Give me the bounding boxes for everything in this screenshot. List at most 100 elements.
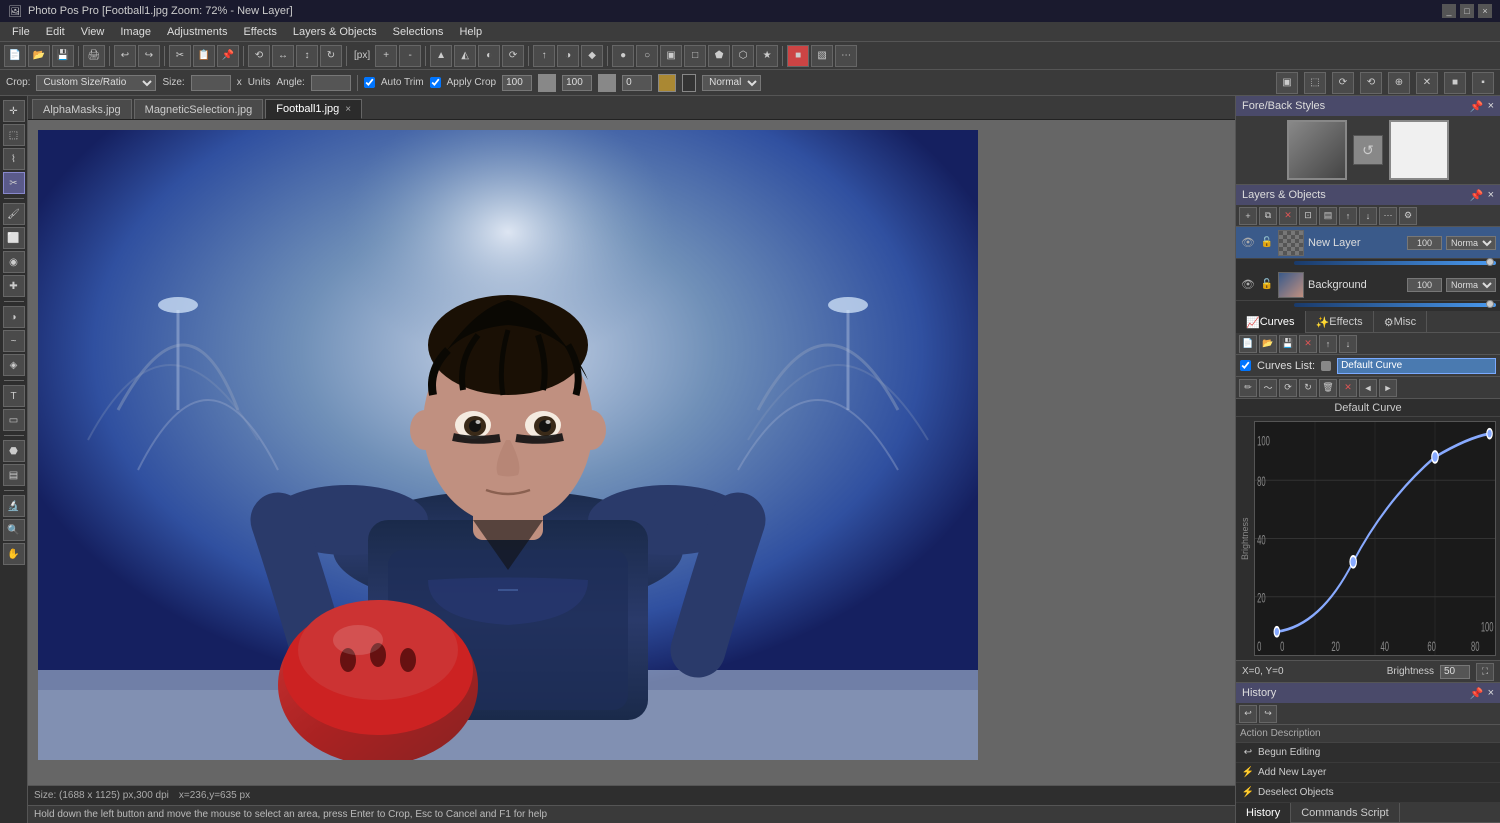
layer-eye-bg[interactable]: 👁 <box>1240 277 1256 293</box>
history-item-add-layer[interactable]: ⚡ Add New Layer <box>1236 763 1500 783</box>
val1-input[interactable] <box>502 75 532 91</box>
layer-blend-new[interactable]: Norma <box>1446 236 1496 250</box>
history-item-begun[interactable]: ↩ Begun Editing <box>1236 743 1500 763</box>
tab-misc[interactable]: ⚙ Misc <box>1374 311 1427 333</box>
open-button[interactable]: 📂 <box>28 45 50 67</box>
history-title-bar[interactable]: History 📌 × <box>1236 683 1500 703</box>
menu-layers-objects[interactable]: Layers & Objects <box>285 22 385 42</box>
curve-ctrl-wave[interactable]: 〜 <box>1259 379 1277 397</box>
half-circle-btn[interactable]: ◑ <box>557 45 579 67</box>
tool-extra-6[interactable]: ✕ <box>1416 72 1438 94</box>
tab-football1[interactable]: Football1.jpg × <box>265 99 362 119</box>
layer-more-btn[interactable]: ⋯ <box>1379 207 1397 225</box>
curve-ctrl-refresh-1[interactable]: ⟳ <box>1279 379 1297 397</box>
back-swatch[interactable] <box>1389 120 1449 180</box>
size-input[interactable] <box>191 75 231 91</box>
refresh-btn[interactable]: ⟳ <box>502 45 524 67</box>
tool-select-rect[interactable]: ⬚ <box>3 124 25 146</box>
tool-dodge-burn[interactable]: ◑ <box>3 306 25 328</box>
flatten-btn[interactable]: ▤ <box>1319 207 1337 225</box>
layer-eye-new[interactable]: 👁 <box>1240 235 1256 251</box>
blend-mode-select[interactable]: Normal <box>702 75 761 91</box>
shapes-b-btn[interactable]: ○ <box>636 45 658 67</box>
menu-adjustments[interactable]: Adjustments <box>159 22 236 42</box>
menu-edit[interactable]: Edit <box>38 22 73 42</box>
curve-ctrl-refresh-2[interactable]: ↻ <box>1299 379 1317 397</box>
shapes-d-btn[interactable]: □ <box>684 45 706 67</box>
menu-view[interactable]: View <box>73 22 113 42</box>
curves-down-btn[interactable]: ↓ <box>1339 335 1357 353</box>
tool-hand[interactable]: ✋ <box>3 543 25 565</box>
more-btn[interactable]: ⋯ <box>835 45 857 67</box>
curve-ctrl-right[interactable]: ► <box>1379 379 1397 397</box>
layer-opacity-bg[interactable] <box>1407 278 1442 292</box>
history-close[interactable]: × <box>1488 687 1494 700</box>
menu-file[interactable]: File <box>4 22 38 42</box>
swatch-reset-icon[interactable]: ↺ <box>1353 135 1383 165</box>
color-btn-1[interactable]: ■ <box>787 45 809 67</box>
tool-zoom[interactable]: 🔍 <box>3 519 25 541</box>
default-curve-input[interactable] <box>1337 358 1496 374</box>
tool-shape[interactable]: ▭ <box>3 409 25 431</box>
tool-heal[interactable]: ✚ <box>3 275 25 297</box>
menu-selections[interactable]: Selections <box>385 22 452 42</box>
undo-button[interactable]: ↩ <box>114 45 136 67</box>
curves-open-btn[interactable]: 📂 <box>1259 335 1277 353</box>
menu-help[interactable]: Help <box>451 22 490 42</box>
shapes-a-btn[interactable]: ● <box>612 45 634 67</box>
apply-crop-checkbox[interactable] <box>430 77 441 88</box>
curves-up-btn[interactable]: ↑ <box>1319 335 1337 353</box>
history-back-btn[interactable]: ↩ <box>1239 705 1257 723</box>
merge-layer-btn[interactable]: ⊡ <box>1299 207 1317 225</box>
curve-ctrl-pencil[interactable]: ✏ <box>1239 379 1257 397</box>
flip-v-button[interactable]: ↕ <box>296 45 318 67</box>
layer-settings-btn[interactable]: ⚙ <box>1399 207 1417 225</box>
cut-button[interactable]: ✂ <box>169 45 191 67</box>
tab-curves[interactable]: 📈 Curves <box>1236 311 1306 333</box>
tool-brush[interactable]: 🖌 <box>3 203 25 225</box>
zoom-out-button[interactable]: - <box>399 45 421 67</box>
curves-delete-btn[interactable]: ✕ <box>1299 335 1317 353</box>
tool-eraser[interactable]: ⬜ <box>3 227 25 249</box>
tool-crop[interactable]: ✂ <box>3 172 25 194</box>
tool-fill[interactable]: ⬣ <box>3 440 25 462</box>
fore-back-close[interactable]: × <box>1488 100 1494 113</box>
layers-close[interactable]: × <box>1488 189 1494 202</box>
layer-row-new[interactable]: 👁 🔓 New Layer Norma <box>1236 227 1500 259</box>
layer-slider-bg[interactable] <box>1294 303 1496 307</box>
copy-button[interactable]: 📋 <box>193 45 215 67</box>
fore-swatch[interactable] <box>1287 120 1347 180</box>
layer-lock-bg[interactable]: 🔓 <box>1260 278 1274 292</box>
tool-select-lasso[interactable]: ⌇ <box>3 148 25 170</box>
rotate-button[interactable]: ↻ <box>320 45 342 67</box>
tool-extra-7[interactable]: ■ <box>1444 72 1466 94</box>
tool-extra-1[interactable]: ▣ <box>1276 72 1298 94</box>
tool-eyedropper[interactable]: 🔬 <box>3 495 25 517</box>
tool-sharpen[interactable]: ◈ <box>3 354 25 376</box>
tool-text[interactable]: T <box>3 385 25 407</box>
tool-extra-2[interactable]: ⬚ <box>1304 72 1326 94</box>
color-btn-2[interactable]: ▧ <box>811 45 833 67</box>
arrow-up-btn[interactable]: ↑ <box>533 45 555 67</box>
layers-title-bar[interactable]: Layers & Objects 📌 × <box>1236 185 1500 205</box>
flip-h-button[interactable]: ↔ <box>272 45 294 67</box>
history-tab-commands[interactable]: Commands Script <box>1291 803 1399 823</box>
shapes-e-btn[interactable]: ⬟ <box>708 45 730 67</box>
curve-ctrl-delete[interactable]: 🗑 <box>1319 379 1337 397</box>
val3-input[interactable] <box>622 75 652 91</box>
history-forward-btn[interactable]: ↪ <box>1259 705 1277 723</box>
maximize-button[interactable]: □ <box>1460 4 1474 18</box>
curve-ctrl-left[interactable]: ◄ <box>1359 379 1377 397</box>
layer-down-btn[interactable]: ↓ <box>1359 207 1377 225</box>
shapes-g-btn[interactable]: ★ <box>756 45 778 67</box>
fore-back-pin[interactable]: 📌 <box>1470 100 1484 113</box>
close-button[interactable]: × <box>1478 4 1492 18</box>
shapes-c-btn[interactable]: ▣ <box>660 45 682 67</box>
val2-input[interactable] <box>562 75 592 91</box>
menu-effects[interactable]: Effects <box>235 22 284 42</box>
angle-input[interactable] <box>311 75 351 91</box>
menu-image[interactable]: Image <box>112 22 159 42</box>
tool-extra-3[interactable]: ⟳ <box>1332 72 1354 94</box>
layer-up-btn[interactable]: ↑ <box>1339 207 1357 225</box>
shapes-f-btn[interactable]: ⬡ <box>732 45 754 67</box>
